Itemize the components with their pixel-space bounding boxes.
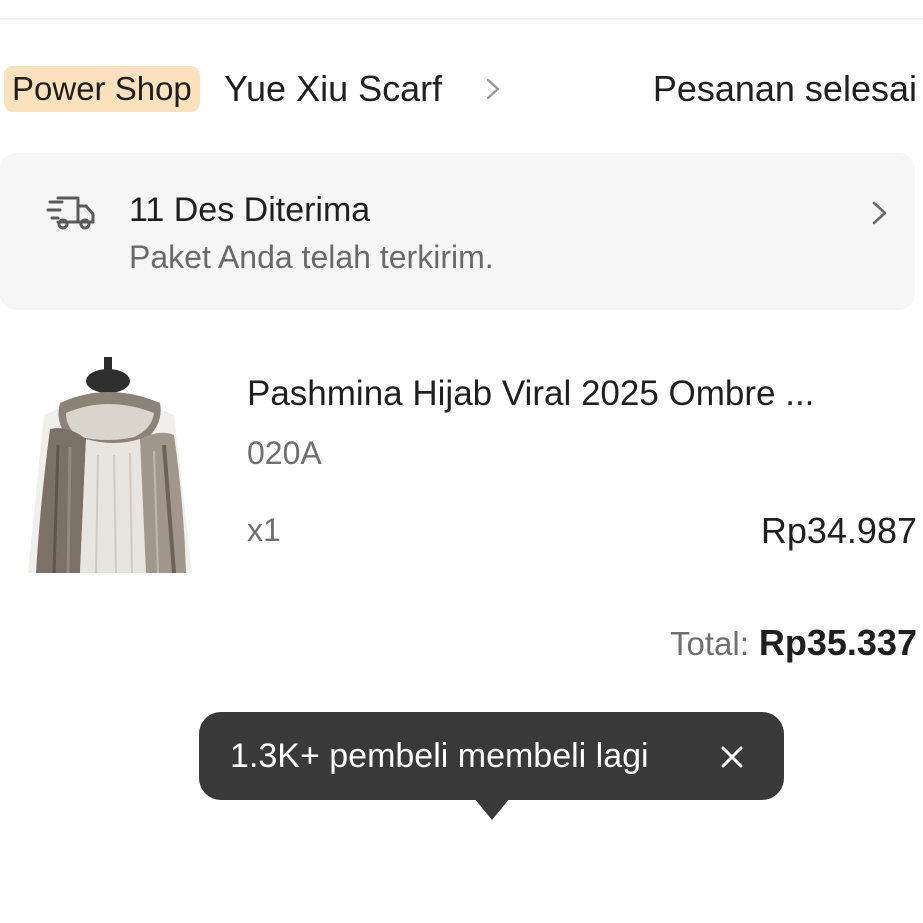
close-icon[interactable] — [717, 742, 747, 772]
delivery-status-card[interactable]: 11 Des Diterima Paket Anda telah terkiri… — [0, 153, 915, 310]
delivery-title: 11 Des Diterima — [129, 191, 371, 229]
order-total: Total: Rp35.337 — [670, 620, 917, 666]
buy-again-tooltip: 1.3K+ pembeli membeli lagi — [199, 712, 784, 800]
delivery-truck-icon — [46, 196, 95, 230]
tooltip-arrow — [474, 798, 510, 820]
chevron-right-icon[interactable] — [480, 74, 508, 104]
chevron-right-icon[interactable] — [866, 197, 894, 229]
product-variant: 020A — [247, 435, 322, 471]
total-label: Total: — [670, 625, 749, 662]
product-quantity: x1 — [247, 512, 281, 548]
product-price: Rp34.987 — [760, 510, 917, 551]
shop-header[interactable]: Power Shop Yue Xiu Scarf Pesanan selesai — [0, 58, 923, 118]
total-value: Rp35.337 — [758, 622, 917, 663]
product-name[interactable]: Pashmina Hijab Viral 2025 Ombre ... — [247, 372, 907, 416]
tooltip-text: 1.3K+ pembeli membeli lagi — [230, 737, 649, 775]
pashmina-scarf-product-image[interactable] — [14, 355, 206, 573]
shop-name-link[interactable]: Yue Xiu Scarf — [224, 66, 442, 112]
power-shop-badge: Power Shop — [4, 66, 200, 112]
delivery-subtitle: Paket Anda telah terkirim. — [129, 239, 494, 275]
top-divider — [0, 18, 923, 20]
order-status: Pesanan selesai — [652, 68, 917, 109]
